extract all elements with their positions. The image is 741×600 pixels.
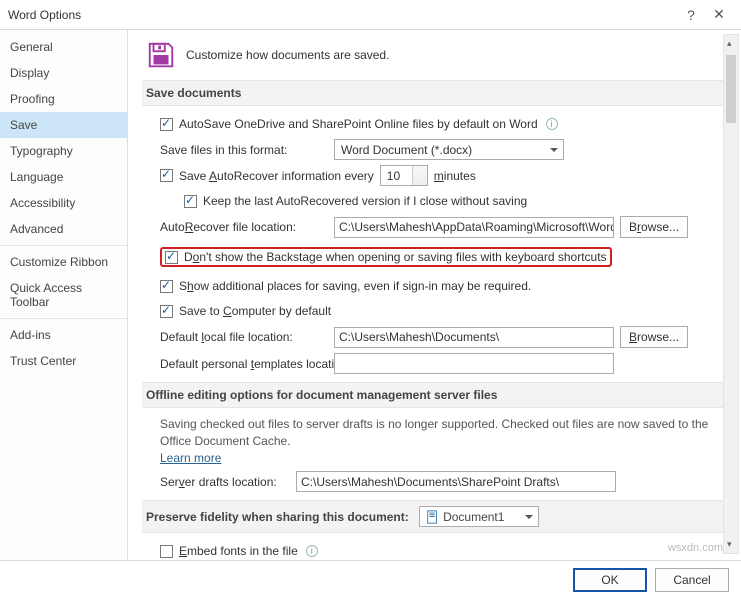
drafts-location-label: Server drafts location: [160, 475, 290, 489]
footer: OK Cancel [0, 560, 741, 598]
section-fidelity: Preserve fidelity when sharing this docu… [142, 500, 723, 533]
sidebar-item-customize-ribbon[interactable]: Customize Ribbon [0, 249, 127, 275]
ar-browse-button[interactable]: Browse... [620, 216, 688, 238]
sidebar-item-trust-center[interactable]: Trust Center [0, 348, 127, 374]
save-floppy-icon [146, 40, 176, 70]
sidebar-item-typography[interactable]: Typography [0, 138, 127, 164]
scroll-down-icon[interactable]: ▾ [727, 539, 732, 550]
autorecover-minutes-spinner[interactable]: 10 [380, 165, 428, 186]
cancel-button[interactable]: Cancel [655, 568, 729, 592]
document-icon [426, 510, 440, 524]
fidelity-document-dropdown[interactable]: Document1 [419, 506, 539, 527]
sidebar-item-general[interactable]: General [0, 34, 127, 60]
scrollbar[interactable]: ▴ ▾ [723, 34, 739, 554]
scroll-up-icon[interactable]: ▴ [727, 38, 732, 49]
savecomp-label: Save to Computer by default [179, 304, 331, 318]
sidebar-item-language[interactable]: Language [0, 164, 127, 190]
sidebar-item-accessibility[interactable]: Accessibility [0, 190, 127, 216]
drafts-location-input[interactable]: C:\Users\Mahesh\Documents\SharePoint Dra… [296, 471, 616, 492]
format-label: Save files in this format: [160, 143, 328, 157]
window-title: Word Options [8, 8, 81, 22]
sidebar-item-save[interactable]: Save [0, 112, 127, 138]
info-icon[interactable] [306, 545, 318, 557]
sidebar-item-advanced[interactable]: Advanced [0, 216, 127, 242]
autorecover-label: Save AutoRecover information every [179, 169, 374, 183]
local-location-input[interactable]: C:\Users\Mahesh\Documents\ [334, 327, 614, 348]
sidebar-item-addins[interactable]: Add-ins [0, 322, 127, 348]
addplaces-checkbox[interactable] [160, 280, 173, 293]
learn-more-link[interactable]: Learn more [160, 451, 221, 465]
sidebar-item-display[interactable]: Display [0, 60, 127, 86]
local-browse-button[interactable]: Browse... [620, 326, 688, 348]
sidebar: General Display Proofing Save Typography… [0, 30, 128, 560]
keeplast-label: Keep the last AutoRecovered version if I… [203, 194, 527, 208]
ar-location-label: AutoRecover file location: [160, 220, 328, 234]
embed-fonts-checkbox[interactable] [160, 545, 173, 558]
format-dropdown[interactable]: Word Document (*.docx) [334, 139, 564, 160]
templates-location-input[interactable] [334, 353, 614, 374]
local-location-label: Default local file location: [160, 330, 328, 344]
ok-button[interactable]: OK [573, 568, 647, 592]
autosave-label: AutoSave OneDrive and SharePoint Online … [179, 117, 538, 131]
watermark: wsxdn.com [668, 542, 723, 554]
backstage-checkbox[interactable] [165, 251, 178, 264]
section-offline: Offline editing options for document man… [142, 382, 723, 408]
offline-message: Saving checked out files to server draft… [160, 417, 708, 448]
autorecover-checkbox[interactable] [160, 169, 173, 182]
page-subtitle: Customize how documents are saved. [186, 48, 389, 62]
backstage-label: Don't show the Backstage when opening or… [184, 250, 607, 264]
savecomp-checkbox[interactable] [160, 305, 173, 318]
templates-location-label: Default personal templates location: [160, 357, 328, 371]
scrollbar-thumb[interactable] [726, 55, 736, 123]
embed-fonts-label: Embed fonts in the file [179, 544, 298, 558]
sidebar-item-proofing[interactable]: Proofing [0, 86, 127, 112]
keeplast-checkbox[interactable] [184, 195, 197, 208]
backstage-highlight: Don't show the Backstage when opening or… [160, 247, 612, 267]
ar-location-input[interactable]: C:\Users\Mahesh\AppData\Roaming\Microsof… [334, 217, 614, 238]
help-button[interactable]: ? [677, 7, 705, 23]
main-panel: ▴ ▾ Customize how documents are saved. S… [128, 30, 741, 560]
autosave-checkbox[interactable] [160, 118, 173, 131]
sidebar-item-qat[interactable]: Quick Access Toolbar [0, 275, 127, 315]
minutes-label: minutes [434, 169, 476, 183]
addplaces-label: Show additional places for saving, even … [179, 279, 531, 293]
section-save-documents: Save documents [142, 80, 723, 106]
titlebar: Word Options ? ✕ [0, 0, 741, 30]
close-button[interactable]: ✕ [705, 6, 733, 23]
info-icon[interactable] [546, 118, 558, 130]
